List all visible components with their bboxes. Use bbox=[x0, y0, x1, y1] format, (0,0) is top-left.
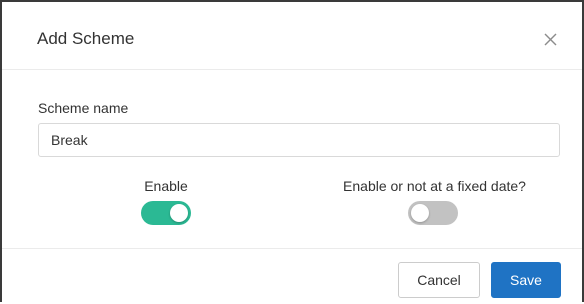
close-icon bbox=[544, 33, 557, 46]
scheme-name-input[interactable] bbox=[38, 123, 560, 157]
close-button[interactable] bbox=[540, 28, 562, 50]
fixed-date-toggle[interactable] bbox=[408, 201, 458, 225]
dialog-title: Add Scheme bbox=[37, 29, 135, 48]
cancel-button[interactable]: Cancel bbox=[398, 262, 480, 298]
add-scheme-dialog: Add Scheme Scheme name Enable Enable or … bbox=[0, 0, 584, 302]
scheme-name-label: Scheme name bbox=[38, 100, 129, 116]
save-button[interactable]: Save bbox=[491, 262, 561, 298]
enable-toggle[interactable] bbox=[141, 201, 191, 225]
dialog-footer: Cancel Save bbox=[2, 248, 582, 304]
fixed-date-label: Enable or not at a fixed date? bbox=[343, 178, 526, 194]
toggle-knob bbox=[411, 204, 429, 222]
enable-label: Enable bbox=[144, 178, 188, 194]
toggle-knob bbox=[170, 204, 188, 222]
dialog-header: Add Scheme bbox=[2, 2, 582, 70]
